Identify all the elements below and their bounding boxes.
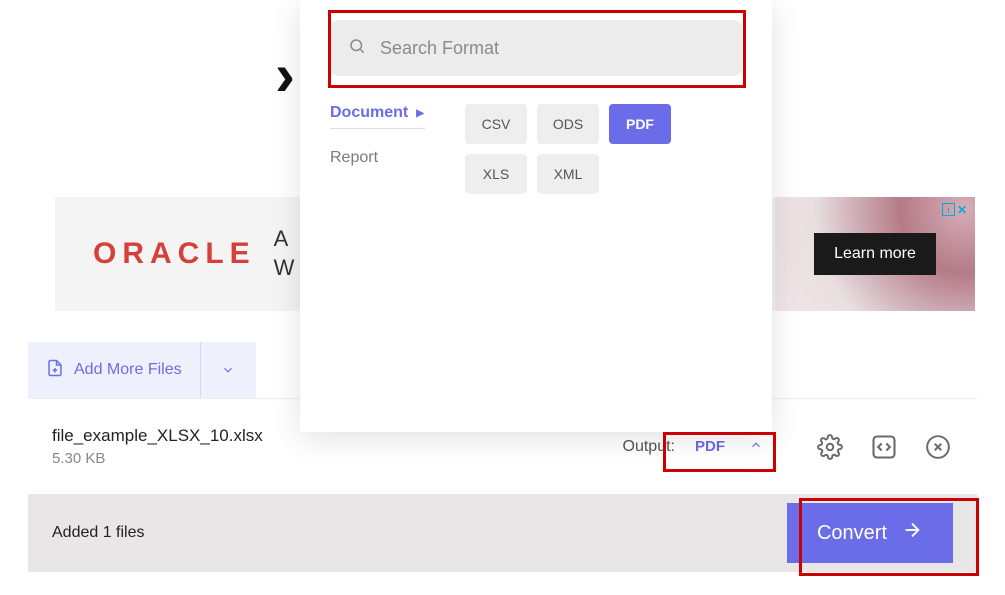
search-wrap <box>330 20 742 76</box>
embed-button[interactable] <box>869 432 899 462</box>
remove-file-button[interactable] <box>923 432 953 462</box>
format-xml[interactable]: XML <box>537 154 599 194</box>
ad-line1: A <box>274 225 295 254</box>
output-value: PDF <box>695 438 725 455</box>
category-report[interactable]: Report <box>330 149 425 173</box>
ad-brand: ORACLE <box>93 237 256 271</box>
search-icon <box>348 37 366 60</box>
format-xls[interactable]: XLS <box>465 154 527 194</box>
arrow-right-icon <box>901 519 923 547</box>
add-files-label: Add More Files <box>74 361 182 379</box>
chevron-up-icon <box>749 438 763 456</box>
add-files-dropdown[interactable] <box>200 342 256 398</box>
footer-status: Added 1 files <box>52 524 787 542</box>
ad-line2: W <box>274 254 295 283</box>
adchoices-icon[interactable]: i✕ <box>942 203 967 217</box>
add-more-files-button[interactable]: Add More Files <box>28 342 256 398</box>
convert-label: Convert <box>817 522 887 545</box>
ad-text: A W <box>274 225 295 282</box>
settings-button[interactable] <box>815 432 845 462</box>
format-ods[interactable]: ODS <box>537 104 599 144</box>
chevron-right-icon: ▶ <box>416 108 424 119</box>
file-size: 5.30 KB <box>52 450 623 467</box>
format-pdf[interactable]: PDF <box>609 104 671 144</box>
file-plus-icon <box>46 358 64 383</box>
category-label: Report <box>330 149 378 167</box>
search-input[interactable] <box>380 38 724 59</box>
learn-more-button[interactable]: Learn more <box>814 233 936 275</box>
output-label: Output: <box>623 438 675 456</box>
output-format-select[interactable]: PDF <box>683 432 775 462</box>
ad-visual: i✕ Learn more <box>775 197 975 311</box>
format-csv[interactable]: CSV <box>465 104 527 144</box>
footer: Added 1 files Convert <box>28 494 977 572</box>
category-document[interactable]: Document ▶ <box>330 104 425 129</box>
category-label: Document <box>330 104 408 122</box>
format-popover: Document ▶ Report CSV ODS PDF XLS XML <box>300 0 772 432</box>
convert-button[interactable]: Convert <box>787 503 953 563</box>
